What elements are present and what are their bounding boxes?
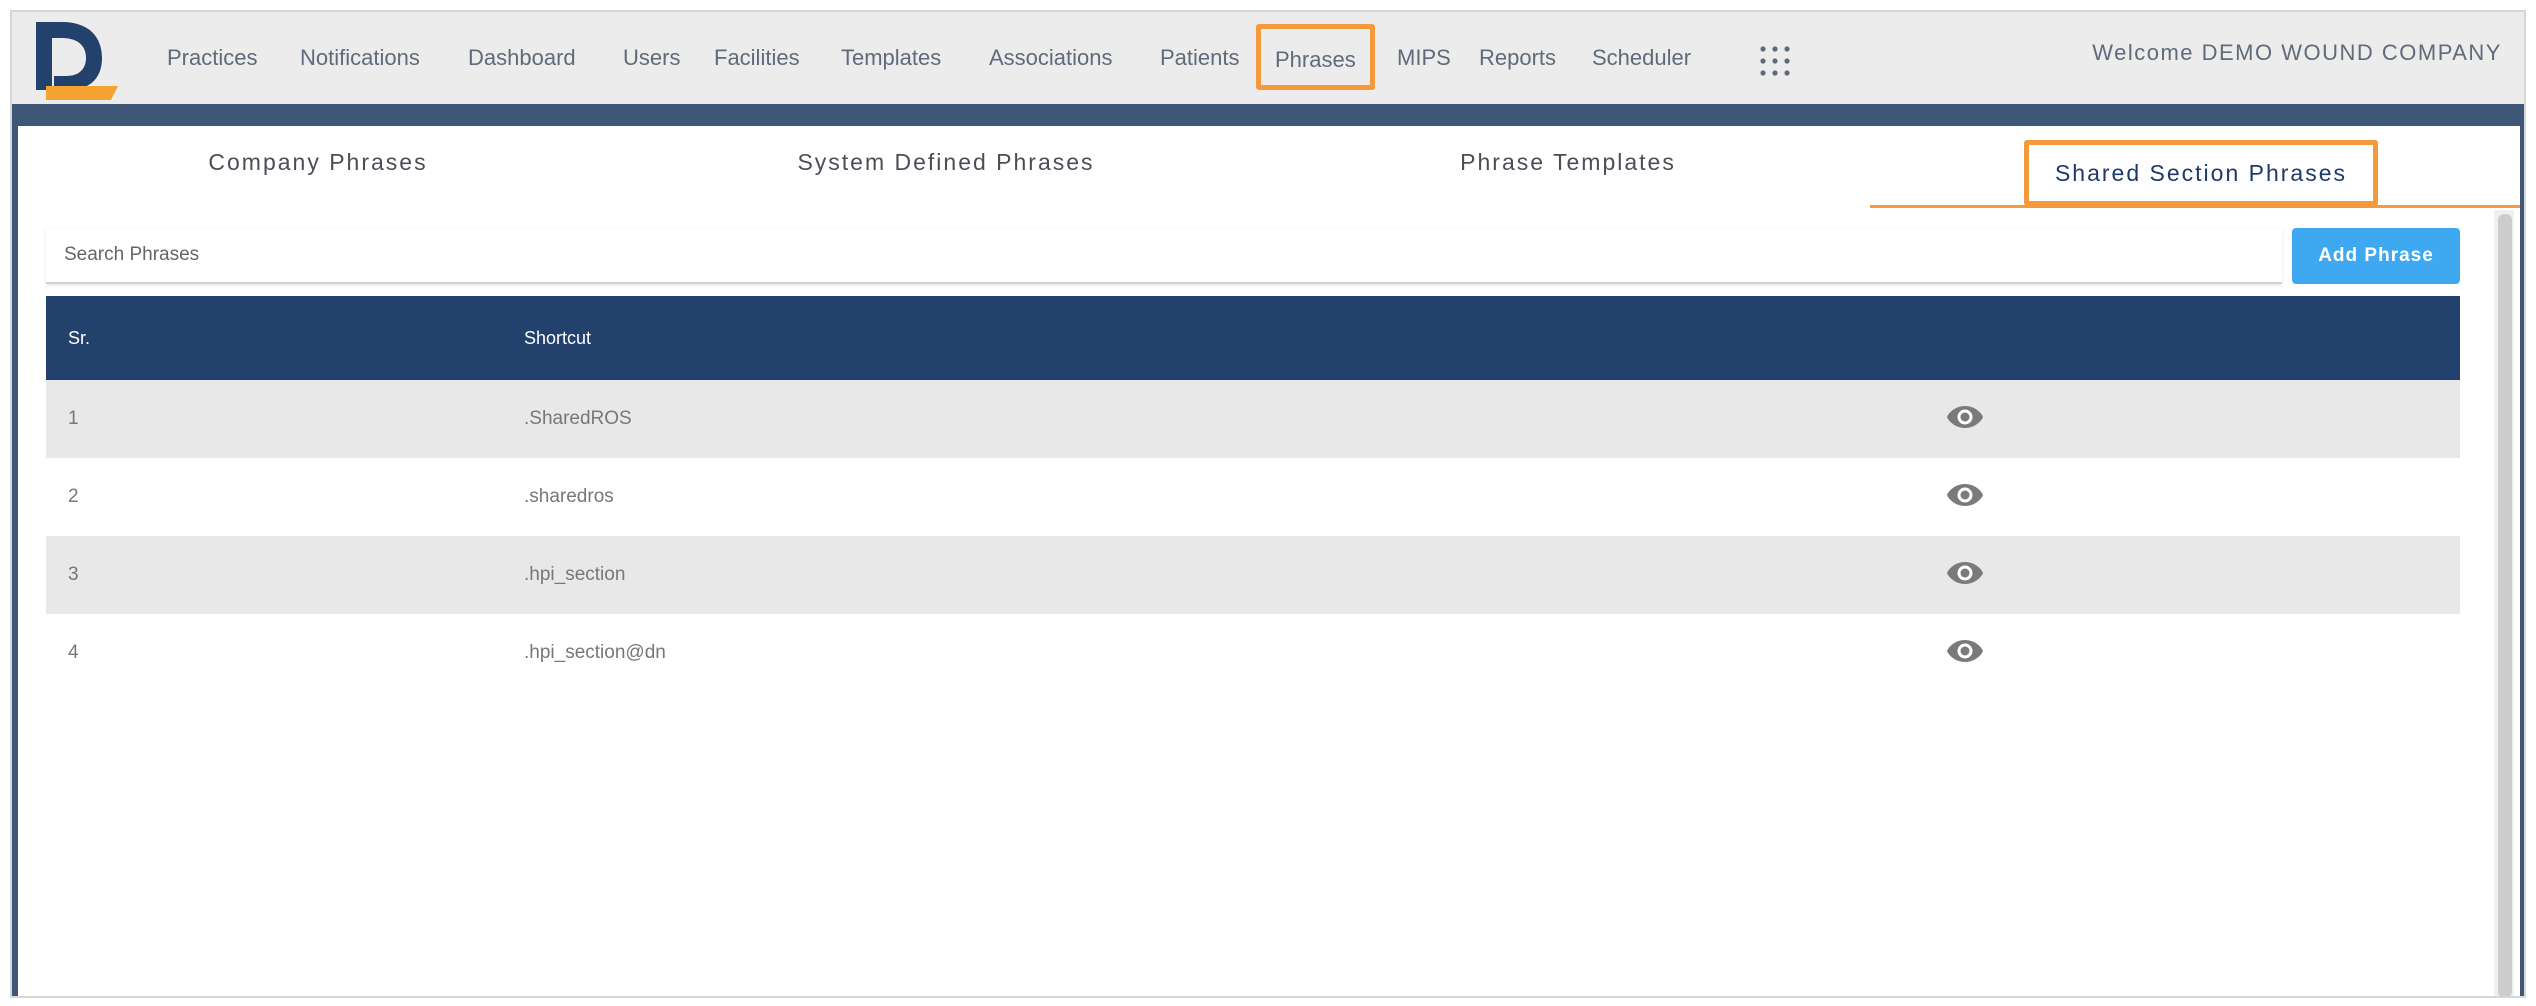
nav-notifications[interactable]: Notifications (300, 12, 420, 104)
content-left-border (12, 126, 18, 996)
phrases-table: Sr. Shortcut 1 .SharedROS 2 .sharedros 3… (46, 296, 2460, 692)
nav-mips[interactable]: MIPS (1397, 12, 1451, 104)
nav-dashboard[interactable]: Dashboard (468, 12, 576, 104)
nav-reports[interactable]: Reports (1479, 12, 1556, 104)
nav-associations[interactable]: Associations (989, 12, 1113, 104)
table-row: 1 .SharedROS (46, 380, 2460, 458)
eye-icon[interactable] (1946, 480, 1984, 510)
cell-sr: 4 (68, 642, 79, 663)
grid-icon[interactable] (1758, 44, 1792, 78)
cell-sr: 1 (68, 408, 79, 429)
tab-shared-section-phrases[interactable]: Shared Section Phrases (2024, 140, 2378, 206)
cell-shortcut: .hpi_section (524, 564, 626, 585)
header-divider-bar (12, 104, 2524, 126)
top-navigation-bar: Practices Notifications Dashboard Users … (12, 12, 2524, 104)
welcome-message: Welcome DEMO WOUND COMPANY (2092, 40, 2502, 65)
tab-phrase-templates[interactable]: Phrase Templates (1268, 126, 1868, 208)
vertical-scrollbar-thumb[interactable] (2498, 214, 2512, 996)
cell-shortcut: .hpi_section@dn (524, 642, 666, 663)
company-logo[interactable] (32, 20, 122, 100)
tab-system-defined-phrases[interactable]: System Defined Phrases (646, 126, 1246, 208)
cell-shortcut: .sharedros (524, 486, 614, 507)
cell-shortcut: .SharedROS (524, 408, 632, 429)
nav-phrases[interactable]: Phrases (1256, 24, 1375, 90)
table-row: 2 .sharedros (46, 458, 2460, 536)
cell-sr: 3 (68, 564, 79, 585)
app-window: Practices Notifications Dashboard Users … (10, 10, 2526, 998)
nav-facilities[interactable]: Facilities (714, 12, 800, 104)
eye-icon[interactable] (1946, 636, 1984, 666)
eye-icon[interactable] (1946, 402, 1984, 432)
nav-practices[interactable]: Practices (167, 12, 257, 104)
nav-users[interactable]: Users (623, 12, 680, 104)
nav-templates[interactable]: Templates (841, 12, 941, 104)
nav-scheduler[interactable]: Scheduler (1592, 12, 1691, 104)
table-row: 4 .hpi_section@dn (46, 614, 2460, 692)
add-phrase-button[interactable]: Add Phrase (2292, 228, 2460, 284)
column-header-sr: Sr. (68, 328, 91, 348)
eye-icon[interactable] (1946, 558, 1984, 588)
table-header: Sr. Shortcut (46, 296, 2460, 380)
column-header-shortcut: Shortcut (524, 328, 592, 348)
phrase-tabs: Company Phrases System Defined Phrases P… (18, 126, 2520, 210)
cell-sr: 2 (68, 486, 79, 507)
tab-company-phrases[interactable]: Company Phrases (18, 126, 618, 208)
nav-patients[interactable]: Patients (1160, 12, 1240, 104)
table-row: 3 .hpi_section (46, 536, 2460, 614)
content-right-border (2520, 126, 2524, 996)
search-input[interactable] (46, 228, 2282, 284)
